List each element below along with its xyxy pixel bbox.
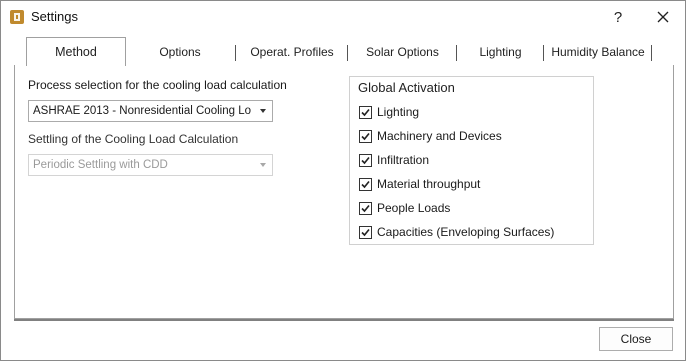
tab-method[interactable]: Method (26, 37, 126, 66)
checkmark-icon (361, 132, 370, 140)
window-title: Settings (31, 9, 78, 24)
checkbox-label: People Loads (377, 201, 451, 215)
checkbox-box (359, 129, 372, 143)
checkmark-icon (361, 228, 370, 236)
settling-value: Periodic Settling with CDD (33, 159, 168, 171)
process-selection-value: ASHRAE 2013 - Nonresidential Cooling Loa… (33, 105, 251, 117)
tab-solar-options[interactable]: Solar Options (348, 39, 457, 65)
window-close-button[interactable] (649, 5, 677, 29)
global-activation-group: Global Activation Lighting Machinery and… (349, 76, 594, 245)
checkbox-box (359, 153, 372, 167)
checkmark-icon (361, 180, 370, 188)
checkbox-label: Infiltration (377, 153, 430, 167)
app-logo-icon (10, 10, 24, 24)
checkbox-box (359, 177, 372, 191)
checkbox-machinery[interactable]: Machinery and Devices (359, 128, 502, 144)
tab-lighting[interactable]: Lighting (457, 39, 544, 65)
checkbox-people-loads[interactable]: People Loads (359, 200, 450, 216)
settings-window: Settings ? Method Options Operat. Profil… (0, 0, 686, 361)
checkmark-icon (361, 204, 370, 212)
tab-operat-profiles[interactable]: Operat. Profiles (236, 39, 348, 65)
settling-dropdown: Periodic Settling with CDD (28, 154, 273, 176)
checkbox-label: Lighting (377, 105, 420, 119)
checkmark-icon (361, 156, 370, 164)
checkbox-label: Capacities (Enveloping Surfaces) (377, 225, 555, 239)
close-icon (657, 11, 669, 23)
chevron-down-icon (260, 109, 266, 113)
checkbox-label: Machinery and Devices (377, 129, 502, 143)
close-button[interactable]: Close (599, 327, 673, 351)
global-activation-title: Global Activation (358, 80, 455, 95)
process-selection-dropdown[interactable]: ASHRAE 2013 - Nonresidential Cooling Loa… (28, 100, 273, 122)
panel-bottom-divider (14, 319, 674, 321)
checkmark-icon (361, 108, 370, 116)
help-button[interactable]: ? (604, 5, 632, 29)
checkbox-material-throughput[interactable]: Material throughput (359, 176, 480, 192)
process-selection-label: Process selection for the cooling load c… (28, 78, 287, 92)
title-bar: Settings ? (1, 1, 685, 33)
tab-options[interactable]: Options (124, 39, 236, 65)
chevron-down-icon (260, 163, 266, 167)
settling-label: Settling of the Cooling Load Calculation (28, 132, 239, 146)
tab-strip: Method Options Operat. Profiles Solar Op… (14, 37, 674, 66)
checkbox-lighting[interactable]: Lighting (359, 104, 419, 120)
checkbox-infiltration[interactable]: Infiltration (359, 152, 429, 168)
tab-humidity-balance[interactable]: Humidity Balance (544, 39, 652, 65)
checkbox-box (359, 105, 372, 119)
checkbox-box (359, 225, 372, 239)
checkbox-capacities[interactable]: Capacities (Enveloping Surfaces) (359, 224, 554, 240)
checkbox-label: Material throughput (377, 177, 481, 191)
checkbox-box (359, 201, 372, 215)
